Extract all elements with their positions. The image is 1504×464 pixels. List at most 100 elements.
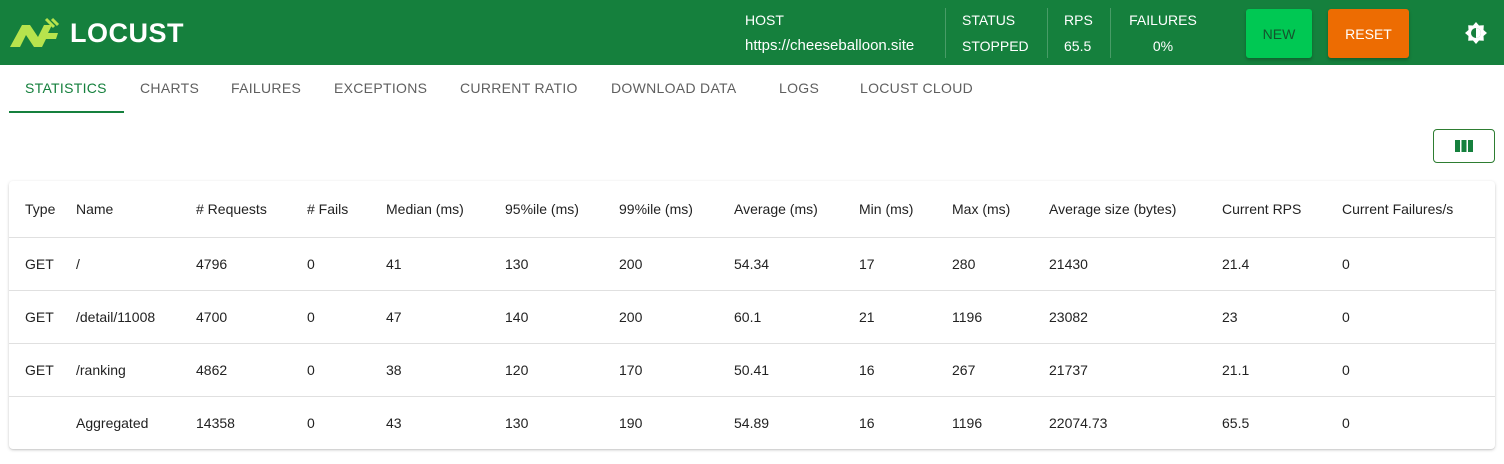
column-header-fails[interactable]: # Fails [307, 181, 386, 237]
cell-name: / [76, 255, 80, 272]
column-header-current-rps[interactable]: Current RPS [1222, 181, 1342, 237]
cell-min: 17 [859, 255, 875, 272]
cell-current-failures: 0 [1342, 414, 1350, 431]
cell-average-size: 21737 [1049, 361, 1088, 378]
host-label: HOST [745, 12, 784, 28]
column-header-requests[interactable]: # Requests [196, 181, 307, 237]
table-row: GET /detail/11008 4700 0 47 140 200 60.1… [9, 290, 1495, 343]
table-header-row: Type Name # Requests # Fails Median (ms)… [9, 181, 1495, 237]
cell-99ile: 200 [619, 255, 643, 272]
cell-max: 1196 [952, 308, 983, 325]
cell-name: /detail/11008 [76, 308, 156, 325]
cell-fails: 0 [307, 308, 315, 325]
active-tab-indicator [9, 111, 124, 113]
cell-current-failures: 0 [1342, 308, 1350, 325]
theme-toggle-button[interactable] [1464, 21, 1488, 45]
cell-95ile: 130 [505, 414, 529, 431]
failures-stat: FAILURES 0% [1128, 11, 1198, 55]
cell-average: 54.89 [734, 414, 770, 431]
cell-min: 21 [859, 308, 875, 325]
column-header-median[interactable]: Median (ms) [386, 181, 505, 237]
cell-average: 60.1 [734, 308, 762, 325]
column-header-current-failures[interactable]: Current Failures/s [1342, 181, 1495, 237]
cell-fails: 0 [307, 414, 315, 431]
tab-bar: STATISTICS CHARTS FAILURES EXCEPTIONS CU… [0, 65, 1504, 113]
cell-requests: 4796 [196, 255, 228, 272]
column-header-99ile[interactable]: 99%ile (ms) [619, 181, 734, 237]
divider [1110, 8, 1111, 58]
cell-requests: 14358 [196, 414, 235, 431]
cell-max: 267 [952, 361, 976, 378]
cell-type: GET [25, 255, 54, 272]
rps-stat: RPS 65.5 [1064, 11, 1093, 55]
cell-min: 16 [859, 361, 875, 378]
column-header-average-size[interactable]: Average size (bytes) [1049, 181, 1222, 237]
cell-min: 16 [859, 414, 875, 431]
status-stat: STATUS STOPPED [962, 11, 1029, 55]
failures-label: FAILURES [1129, 12, 1197, 28]
status-label: STATUS [962, 12, 1016, 28]
cell-current-rps: 65.5 [1222, 414, 1250, 431]
column-header-min[interactable]: Min (ms) [859, 181, 952, 237]
cell-current-failures: 0 [1342, 255, 1350, 272]
cell-95ile: 130 [505, 255, 529, 272]
cell-median: 38 [386, 361, 402, 378]
cell-current-rps: 21.1 [1222, 361, 1250, 378]
statistics-table-card: Type Name # Requests # Fails Median (ms)… [9, 181, 1495, 449]
tab-download-data[interactable]: DOWNLOAD DATA [611, 65, 737, 111]
host-value: https://cheeseballoon.site [745, 37, 915, 54]
tab-exceptions[interactable]: EXCEPTIONS [334, 65, 427, 111]
tab-failures[interactable]: FAILURES [231, 65, 301, 111]
tab-statistics[interactable]: STATISTICS [25, 65, 107, 111]
column-header-average[interactable]: Average (ms) [734, 181, 859, 237]
reset-button[interactable]: RESET [1328, 9, 1409, 58]
column-header-type[interactable]: Type [9, 181, 76, 237]
brightness-icon [1465, 22, 1487, 44]
cell-requests: 4862 [196, 361, 228, 378]
rps-label: RPS [1064, 12, 1093, 28]
new-button[interactable]: NEW [1246, 9, 1312, 58]
host-stat: HOST https://cheeseballoon.site [745, 11, 914, 55]
cell-requests: 4700 [196, 308, 228, 325]
table-row-aggregated: Aggregated 14358 0 43 130 190 54.89 16 1… [9, 396, 1495, 449]
cell-average-size: 21430 [1049, 255, 1088, 272]
divider [945, 8, 946, 58]
cell-median: 43 [386, 414, 402, 431]
cell-average-size: 22074.73 [1049, 414, 1108, 431]
cell-average: 50.41 [734, 361, 770, 378]
cell-name: Aggregated [76, 414, 149, 431]
tab-current-ratio[interactable]: CURRENT RATIO [460, 65, 578, 111]
tab-locust-cloud[interactable]: LOCUST CLOUD [860, 65, 973, 111]
cell-99ile: 190 [619, 414, 643, 431]
cell-max: 280 [952, 255, 976, 272]
cell-type: GET [25, 308, 54, 325]
cell-median: 47 [386, 308, 402, 325]
tab-logs[interactable]: LOGS [779, 65, 819, 111]
logo[interactable]: LOCUST [8, 17, 184, 49]
cell-current-failures: 0 [1342, 361, 1350, 378]
cell-average: 54.34 [734, 255, 770, 272]
cell-99ile: 170 [619, 361, 643, 378]
cell-current-rps: 21.4 [1222, 255, 1250, 272]
app-title: LOCUST [70, 18, 184, 48]
cell-average-size: 23082 [1049, 308, 1088, 325]
statistics-table: Type Name # Requests # Fails Median (ms)… [9, 181, 1495, 449]
tab-charts[interactable]: CHARTS [140, 65, 199, 111]
status-value: STOPPED [962, 38, 1029, 54]
table-row: GET / 4796 0 41 130 200 54.34 17 280 214… [9, 237, 1495, 290]
column-header-95ile[interactable]: 95%ile (ms) [505, 181, 619, 237]
locust-logo-icon [10, 17, 60, 47]
cell-fails: 0 [307, 361, 315, 378]
column-header-max[interactable]: Max (ms) [952, 181, 1049, 237]
cell-current-rps: 23 [1222, 308, 1238, 325]
failures-value: 0% [1152, 38, 1174, 54]
cell-max: 1196 [952, 414, 983, 431]
cell-name: /ranking [76, 361, 126, 378]
column-selector-button[interactable] [1433, 129, 1495, 163]
column-header-name[interactable]: Name [76, 181, 196, 237]
divider [1047, 8, 1048, 58]
cell-95ile: 120 [505, 361, 529, 378]
cell-type: GET [25, 361, 54, 378]
rps-value: 65.5 [1064, 38, 1092, 54]
cell-median: 41 [386, 255, 402, 272]
